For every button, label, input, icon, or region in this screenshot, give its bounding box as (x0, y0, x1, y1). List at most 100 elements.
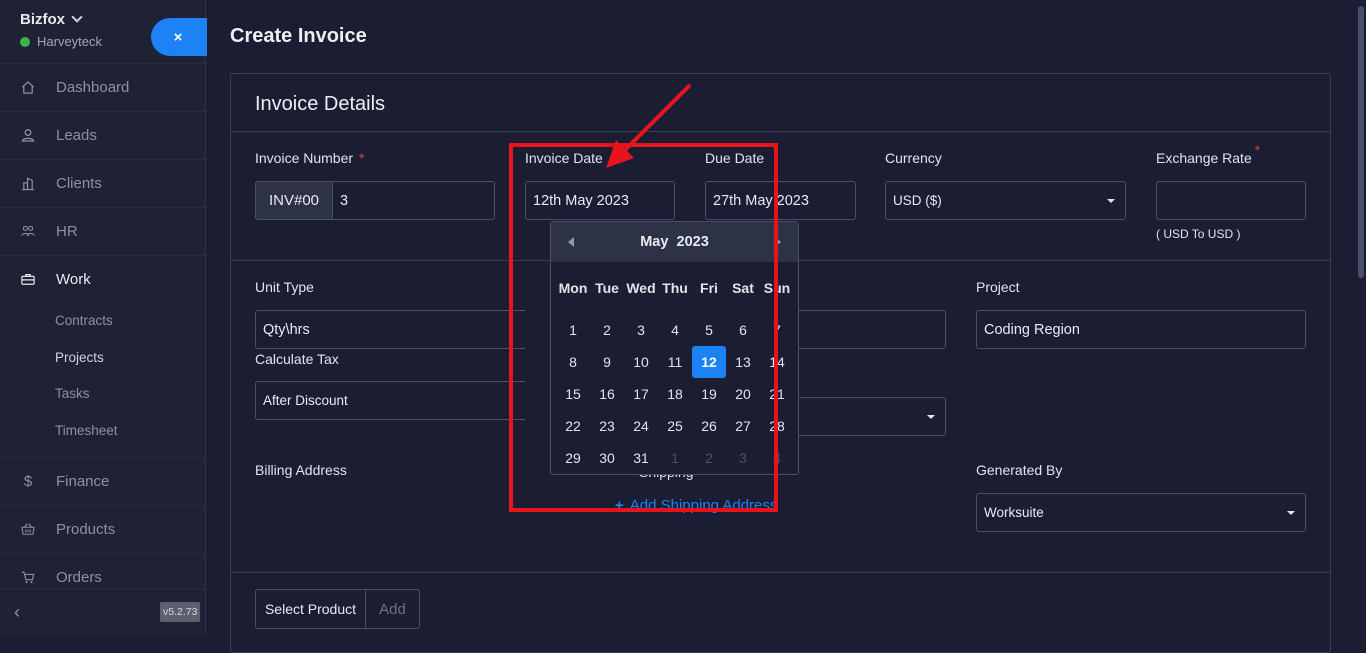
brand-switcher[interactable]: Bizfox (20, 11, 83, 28)
day-cell[interactable]: 28 (760, 410, 794, 442)
sidebar-subitem-contracts[interactable]: Contracts (55, 313, 113, 328)
card-title: Invoice Details (255, 93, 386, 115)
day-cell[interactable]: 24 (624, 410, 658, 442)
next-month-day[interactable]: 3 (726, 442, 760, 474)
due-date-label: Due Date (705, 150, 765, 166)
day-cell[interactable]: 2 (590, 314, 624, 346)
day-cell[interactable]: 16 (590, 378, 624, 410)
brand-name: Bizfox (20, 11, 65, 28)
add-shipping-address-link[interactable]: + Add Shipping Address (615, 497, 777, 514)
day-cell[interactable]: 23 (590, 410, 624, 442)
currency-select[interactable]: USD ($) (885, 181, 1126, 220)
day-cell[interactable]: 31 (624, 442, 658, 474)
sidebar-item-work[interactable]: Work (0, 255, 205, 303)
unit-type-label: Unit Type (255, 279, 314, 295)
weekday-header: Wed (626, 280, 656, 296)
add-product-button[interactable]: Add (366, 590, 419, 628)
day-cell[interactable]: 17 (624, 378, 658, 410)
project-input[interactable]: Coding Region (976, 310, 1306, 349)
sidebar-item-finance[interactable]: $ Finance (0, 457, 205, 505)
page-title: Create Invoice (230, 25, 367, 47)
generated-by-select[interactable]: Worksuite (976, 493, 1306, 532)
sidebar-item-label: Finance (56, 472, 110, 490)
online-status-icon (20, 37, 30, 47)
calculate-tax-select[interactable]: After Discount (255, 381, 525, 420)
sidebar-footer: ‹ v5.2.73 (0, 589, 205, 635)
next-month-day[interactable]: 4 (760, 442, 794, 474)
exchange-rate-label: Exchange Rate * (1156, 142, 1260, 166)
day-cell[interactable]: 21 (760, 378, 794, 410)
day-cell[interactable]: 18 (658, 378, 692, 410)
day-cell[interactable]: 11 (658, 346, 692, 378)
day-cell[interactable]: 6 (726, 314, 760, 346)
sidebar-back-button[interactable]: ‹ (14, 602, 20, 623)
day-cell[interactable]: 10 (624, 346, 658, 378)
sidebar: Bizfox Harveyteck × Dashboard Leads Clie… (0, 0, 207, 635)
day-cell[interactable]: 9 (590, 346, 624, 378)
day-cell[interactable]: 4 (658, 314, 692, 346)
sidebar-collapse-button[interactable]: × (151, 18, 207, 56)
prev-month-icon[interactable] (568, 237, 574, 247)
day-cell[interactable]: 27 (726, 410, 760, 442)
weekday-header: Sun (763, 280, 791, 296)
sidebar-item-label: Leads (56, 126, 97, 144)
sidebar-item-products[interactable]: Products (0, 505, 205, 553)
datepicker-month[interactable]: May (640, 234, 668, 250)
generated-by-label: Generated By (976, 462, 1063, 478)
sidebar-subitem-timesheet[interactable]: Timesheet (55, 423, 118, 438)
unit-type-input[interactable]: Qty\hrs (255, 310, 525, 349)
next-month-icon[interactable] (775, 237, 781, 247)
next-month-day[interactable]: 2 (692, 442, 726, 474)
day-cell[interactable]: 14 (760, 346, 794, 378)
invoice-number-input[interactable]: 3 (332, 181, 495, 220)
calculate-tax-label: Calculate Tax (255, 351, 339, 367)
sidebar-item-hr[interactable]: HR (0, 207, 205, 255)
day-cell[interactable]: 7 (760, 314, 794, 346)
day-cell[interactable]: 30 (590, 442, 624, 474)
page-scrollbar[interactable] (1356, 0, 1366, 635)
scrollbar-thumb[interactable] (1358, 6, 1364, 278)
day-cell[interactable]: 25 (658, 410, 692, 442)
exchange-rate-input[interactable] (1156, 181, 1306, 220)
sidebar-item-clients[interactable]: Clients (0, 159, 205, 207)
day-cell[interactable]: 8 (556, 346, 590, 378)
sidebar-item-dashboard[interactable]: Dashboard (0, 63, 205, 111)
day-cell[interactable]: 29 (556, 442, 590, 474)
basket-icon (21, 522, 35, 536)
weekday-header: Fri (700, 280, 718, 296)
plus-icon: + (615, 497, 624, 514)
company-status: Harveyteck (20, 34, 102, 49)
caret-down-icon (1107, 199, 1115, 203)
day-cell[interactable]: 20 (726, 378, 760, 410)
main-content: Create Invoice Invoice Details Invoice N… (206, 0, 1366, 653)
select-product-dropdown[interactable]: Select Product (256, 590, 366, 628)
label-text: Invoice Number (255, 150, 354, 166)
company-name: Harveyteck (37, 34, 103, 49)
building-icon (21, 176, 35, 190)
day-cell[interactable]: 5 (692, 314, 726, 346)
sidebar-subitem-tasks[interactable]: Tasks (55, 386, 90, 401)
due-date-input[interactable]: 27th May 2023 (705, 181, 856, 220)
required-mark: * (359, 150, 365, 166)
chevron-down-icon (71, 11, 83, 23)
invoice-date-input[interactable]: 12th May 2023 (525, 181, 675, 220)
day-cell[interactable]: 19 (692, 378, 726, 410)
day-cell[interactable]: 22 (556, 410, 590, 442)
day-cell[interactable]: 1 (556, 314, 590, 346)
sidebar-item-leads[interactable]: Leads (0, 111, 205, 159)
next-month-day[interactable]: 1 (658, 442, 692, 474)
sidebar-subitem-projects[interactable]: Projects (55, 350, 104, 365)
day-cell[interactable]: 3 (624, 314, 658, 346)
datepicker-year[interactable]: 2023 (677, 234, 709, 250)
sidebar-item-label: HR (56, 222, 78, 240)
day-cell[interactable]: 15 (556, 378, 590, 410)
selected-day[interactable]: 12 (692, 346, 726, 378)
label-text: Exchange Rate (1156, 150, 1252, 166)
user-icon (21, 128, 35, 142)
day-cell[interactable]: 26 (692, 410, 726, 442)
sidebar-item-label: Orders (56, 568, 102, 586)
day-cell[interactable]: 13 (726, 346, 760, 378)
invoice-details-card: Invoice Details Invoice Number * INV#00 3… (230, 73, 1331, 653)
sidebar-item-label: Clients (56, 174, 102, 192)
datepicker: May 2023 Mon Tue Wed Thu Fri Sat Sun 1 2 3 4 5 6 7 8 9 1… (550, 221, 799, 475)
